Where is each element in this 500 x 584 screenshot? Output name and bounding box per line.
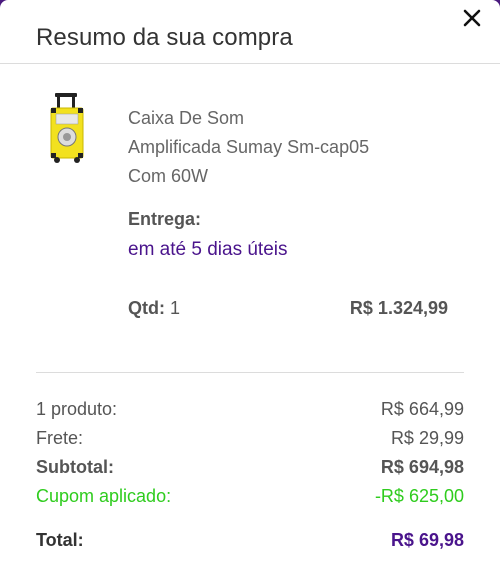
summary-row-products: 1 produto: R$ 664,99	[36, 399, 464, 420]
coupon-label: Cupom aplicado:	[36, 486, 172, 506]
quantity: Qtd: 1	[128, 298, 180, 319]
summary-value: R$ 664,99	[380, 399, 464, 419]
delivery-label: Entrega:	[128, 209, 202, 229]
quantity-label: Qtd:	[128, 298, 165, 318]
summary-label: Subtotal:	[36, 457, 114, 477]
summary-row-subtotal: Subtotal: R$ 694,98	[36, 457, 464, 478]
delivery-estimate: em até 5 dias úteis	[128, 239, 288, 260]
summary-value: R$ 694,98	[380, 457, 464, 477]
product-name-line: Amplificada Sumay Sm-cap05	[128, 137, 370, 157]
summary-value: R$ 29,99	[390, 428, 464, 448]
product-name-line: Caixa De Som	[128, 108, 245, 128]
modal-header: Resumo da sua compra	[0, 0, 500, 64]
summary-label: Frete:	[36, 428, 84, 448]
total-label: Total:	[36, 530, 84, 550]
order-summary-modal: Resumo da sua compra Caixa De Som Amplif…	[0, 0, 500, 584]
quantity-value: 1	[170, 298, 181, 318]
summary-row-total: Total: R$ 69,98	[36, 530, 464, 551]
summary-row-coupon: Cupom aplicado: -R$ 625,00	[36, 486, 464, 507]
product-name-line: Com 60W	[128, 166, 209, 186]
divider	[36, 372, 464, 373]
item-price: R$ 1.324,99	[349, 298, 448, 318]
product-image	[46, 92, 88, 166]
total-value: R$ 69,98	[390, 530, 464, 550]
product-name[interactable]: Caixa De Som Amplificada Sumay Sm-cap05 …	[128, 104, 428, 191]
close-button[interactable]	[460, 6, 484, 30]
coupon-value: -R$ 625,00	[374, 486, 464, 506]
summary-label: 1 produto:	[36, 399, 118, 419]
close-icon	[463, 9, 481, 27]
modal-title: Resumo da sua compra	[36, 24, 293, 51]
summary-row-shipping: Frete: R$ 29,99	[36, 428, 464, 449]
